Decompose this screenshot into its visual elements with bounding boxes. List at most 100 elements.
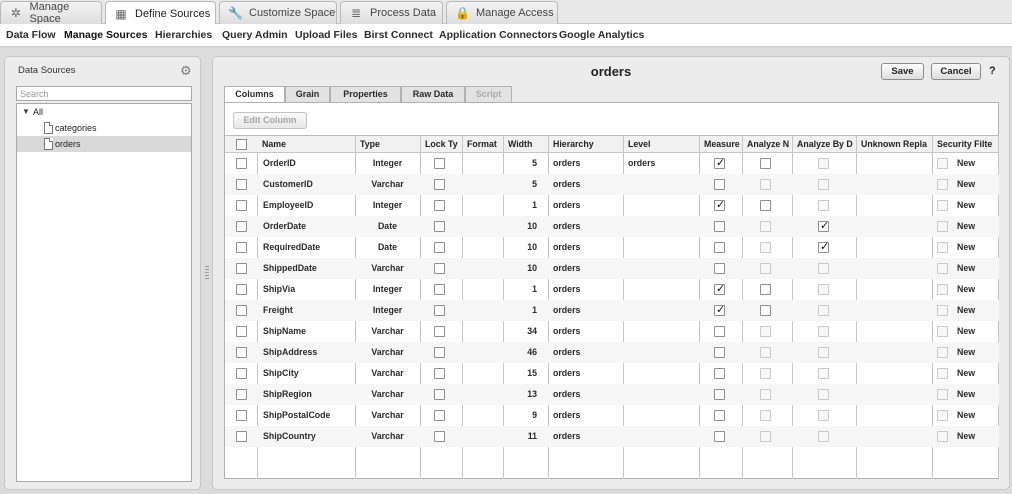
- tab-manage-access[interactable]: 🔒 Manage Access: [446, 1, 558, 24]
- table-row[interactable]: EmployeeID Integer 1 orders New: [225, 195, 999, 216]
- header-type[interactable]: Type: [356, 136, 420, 153]
- analyze-n-checkbox[interactable]: [760, 284, 771, 295]
- table-row[interactable]: Freight Integer 1 orders New: [225, 300, 999, 321]
- row-select-checkbox[interactable]: [236, 221, 247, 232]
- header-format[interactable]: Format: [463, 136, 503, 153]
- table-row[interactable]: ShipVia Integer 1 orders New: [225, 279, 999, 300]
- row-select-checkbox[interactable]: [236, 305, 247, 316]
- lock-type-checkbox[interactable]: [434, 200, 445, 211]
- tree-node-categories[interactable]: categories: [17, 120, 191, 136]
- row-select-checkbox[interactable]: [236, 326, 247, 337]
- tab-define-sources[interactable]: ▦ Define Sources: [105, 1, 216, 25]
- analyze-n-checkbox[interactable]: [760, 200, 771, 211]
- row-select-checkbox[interactable]: [236, 389, 247, 400]
- measure-checkbox[interactable]: [714, 282, 725, 295]
- analyze-by-date-checkbox[interactable]: [818, 240, 829, 253]
- lock-type-checkbox[interactable]: [434, 410, 445, 421]
- table-row[interactable]: ShipCountry Varchar 11 orders New: [225, 426, 999, 447]
- tree-node-all[interactable]: ▼ All: [17, 104, 191, 120]
- table-row[interactable]: CustomerID Varchar 5 orders New: [225, 174, 999, 195]
- lock-type-checkbox[interactable]: [434, 305, 445, 316]
- edit-column-button[interactable]: Edit Column: [233, 112, 307, 129]
- help-icon[interactable]: ?: [989, 65, 996, 77]
- header-security-filter[interactable]: Security Filte: [933, 136, 998, 153]
- table-row[interactable]: RequiredDate Date 10 orders New: [225, 237, 999, 258]
- row-select-checkbox[interactable]: [236, 368, 247, 379]
- row-select-checkbox[interactable]: [236, 347, 247, 358]
- measure-checkbox[interactable]: [714, 389, 725, 400]
- header-lock-type[interactable]: Lock Ty: [421, 136, 462, 153]
- table-row[interactable]: ShippedDate Varchar 10 orders New: [225, 258, 999, 279]
- header-name[interactable]: Name: [258, 136, 355, 153]
- measure-checkbox[interactable]: [714, 347, 725, 358]
- gear-icon[interactable]: ⚙: [180, 64, 193, 77]
- subnav-upload-files[interactable]: Upload Files: [295, 29, 357, 41]
- cancel-button[interactable]: Cancel: [931, 63, 981, 80]
- lock-type-checkbox[interactable]: [434, 242, 445, 253]
- tab-customize-space[interactable]: 🔧 Customize Space: [219, 1, 337, 24]
- subnav-application-connectors[interactable]: Application Connectors: [439, 29, 557, 41]
- header-analyze-n[interactable]: Analyze N: [743, 136, 792, 153]
- search-input[interactable]: [16, 86, 192, 101]
- measure-checkbox[interactable]: [714, 326, 725, 337]
- table-row[interactable]: ShipPostalCode Varchar 9 orders New: [225, 405, 999, 426]
- measure-checkbox[interactable]: [714, 263, 725, 274]
- row-select-checkbox[interactable]: [236, 242, 247, 253]
- tab-manage-space[interactable]: ✲ Manage Space: [0, 1, 102, 25]
- table-row[interactable]: ShipAddress Varchar 46 orders New: [225, 342, 999, 363]
- table-row[interactable]: ShipCity Varchar 15 orders New: [225, 363, 999, 384]
- table-row[interactable]: ShipRegion Varchar 13 orders New: [225, 384, 999, 405]
- subnav-hierarchies[interactable]: Hierarchies: [155, 29, 212, 41]
- subnav-birst-connect[interactable]: Birst Connect: [364, 29, 433, 41]
- lock-type-checkbox[interactable]: [434, 389, 445, 400]
- lock-type-checkbox[interactable]: [434, 326, 445, 337]
- lock-type-checkbox[interactable]: [434, 368, 445, 379]
- header-width[interactable]: Width: [504, 136, 548, 153]
- measure-checkbox[interactable]: [714, 198, 725, 211]
- tab-process-data[interactable]: ≣ Process Data: [340, 1, 443, 24]
- row-select-checkbox[interactable]: [236, 263, 247, 274]
- header-unknown-replace[interactable]: Unknown Repla: [857, 136, 932, 153]
- header-analyze-by-date[interactable]: Analyze By D: [793, 136, 856, 153]
- lock-type-checkbox[interactable]: [434, 158, 445, 169]
- save-button[interactable]: Save: [881, 63, 924, 80]
- table-row[interactable]: OrderID Integer 5 orders orders New: [225, 153, 999, 174]
- tab-columns[interactable]: Columns: [224, 86, 285, 103]
- lock-type-checkbox[interactable]: [434, 284, 445, 295]
- measure-checkbox[interactable]: [714, 410, 725, 421]
- analyze-by-date-checkbox[interactable]: [818, 219, 829, 232]
- row-select-checkbox[interactable]: [236, 410, 247, 421]
- row-select-checkbox[interactable]: [236, 179, 247, 190]
- analyze-n-checkbox[interactable]: [760, 158, 771, 169]
- select-all-checkbox[interactable]: [236, 139, 247, 150]
- measure-checkbox[interactable]: [714, 179, 725, 190]
- row-select-checkbox[interactable]: [236, 158, 247, 169]
- tab-raw-data[interactable]: Raw Data: [401, 86, 465, 102]
- measure-checkbox[interactable]: [714, 221, 725, 232]
- analyze-n-checkbox[interactable]: [760, 305, 771, 316]
- measure-checkbox[interactable]: [714, 368, 725, 379]
- lock-type-checkbox[interactable]: [434, 179, 445, 190]
- header-measure[interactable]: Measure: [700, 136, 742, 153]
- tab-grain[interactable]: Grain: [285, 86, 330, 102]
- lock-type-checkbox[interactable]: [434, 221, 445, 232]
- subnav-google-analytics[interactable]: Google Analytics: [559, 29, 644, 41]
- measure-checkbox[interactable]: [714, 303, 725, 316]
- lock-type-checkbox[interactable]: [434, 347, 445, 358]
- row-select-checkbox[interactable]: [236, 200, 247, 211]
- subnav-query-admin[interactable]: Query Admin: [222, 29, 288, 41]
- expand-triangle-icon[interactable]: ▼: [22, 104, 30, 120]
- tree-node-orders[interactable]: orders: [17, 136, 191, 152]
- table-row[interactable]: ShipName Varchar 34 orders New: [225, 321, 999, 342]
- table-row[interactable]: OrderDate Date 10 orders New: [225, 216, 999, 237]
- subnav-data-flow[interactable]: Data Flow: [6, 29, 56, 41]
- lock-type-checkbox[interactable]: [434, 431, 445, 442]
- measure-checkbox[interactable]: [714, 242, 725, 253]
- header-level[interactable]: Level: [624, 136, 699, 153]
- header-hierarchy[interactable]: Hierarchy: [549, 136, 623, 153]
- tab-properties[interactable]: Properties: [330, 86, 401, 102]
- row-select-checkbox[interactable]: [236, 431, 247, 442]
- lock-type-checkbox[interactable]: [434, 263, 445, 274]
- measure-checkbox[interactable]: [714, 156, 725, 169]
- measure-checkbox[interactable]: [714, 431, 725, 442]
